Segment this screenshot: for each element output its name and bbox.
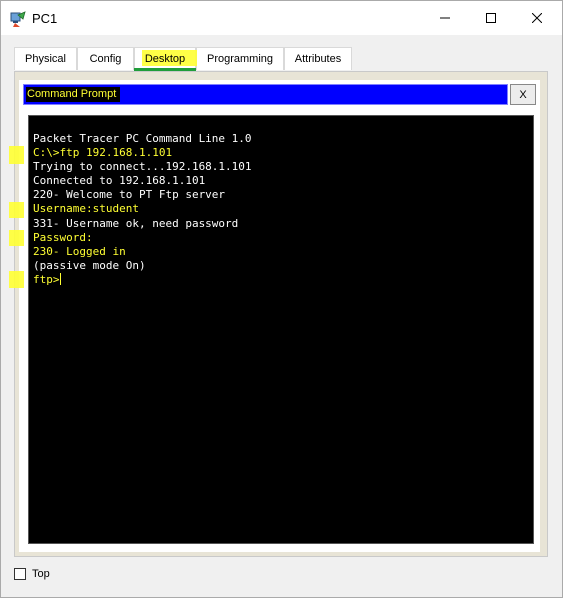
terminal-lines: Packet Tracer PC Command Line 1.0 C:\>ftp… [33,132,252,287]
window-titlebar[interactable]: PC1 [1,1,562,35]
terminal-line: C:\>ftp 192.168.1.101 [33,146,252,160]
highlight-marker [9,202,24,218]
terminal-line: Connected to 192.168.1.101 [33,174,252,188]
terminal-line: 230- Logged in [33,245,252,259]
tab-attributes[interactable]: Attributes [284,47,352,70]
terminal-line-text: (passive mode On) [33,258,146,272]
tab-config[interactable]: Config [77,47,134,70]
tab-physical[interactable]: Physical [14,47,77,70]
terminal-line: Trying to connect...192.168.1.101 [33,160,252,174]
top-checkbox[interactable] [14,568,26,580]
terminal-line: 331- Username ok, need password [33,217,252,231]
tab-label: Config [89,53,122,65]
command-prompt-titlebar[interactable]: Command Prompt [23,84,508,105]
terminal-line-text: Password: [33,230,93,244]
terminal-line-text: Username:student [33,202,139,216]
command-prompt-close-button[interactable]: X [510,84,536,105]
highlight-marker [9,230,24,246]
text-cursor [59,272,61,285]
maximize-button[interactable] [468,1,514,35]
close-icon [532,13,542,23]
terminal-line: 220- Welcome to PT Ftp server [33,188,252,202]
terminal-line-text: C:\>ftp 192.168.1.101 [33,146,173,160]
tab-label: Attributes [294,53,342,65]
terminal-line-text: Trying to connect...192.168.1.101 [33,160,252,174]
tab-label: Desktop [144,53,186,65]
terminal-line-text: 220- Welcome to PT Ftp server [33,188,226,202]
highlight-marker [9,271,24,288]
terminal-line: (passive mode On) [33,259,252,273]
terminal-line: Packet Tracer PC Command Line 1.0 [33,132,252,146]
tab-label: Programming [206,53,274,65]
close-label: X [519,88,527,101]
terminal-line-text: 331- Username ok, need password [33,216,239,230]
minimize-button[interactable] [422,1,468,35]
command-prompt-title: Command Prompt [26,87,121,102]
top-checkbox-label: Top [32,568,50,580]
pc1-window: PC1 Physical Config Desktop Programming … [0,0,563,598]
packet-tracer-pc-icon [9,10,27,28]
highlight-marker [9,146,24,164]
tab-programming[interactable]: Programming [196,47,284,70]
terminal-line-text: ftp> [33,272,60,286]
terminal-line-text: Packet Tracer PC Command Line 1.0 [33,132,252,145]
terminal-line: ftp> [33,272,252,287]
terminal-line-text: Connected to 192.168.1.101 [33,174,206,188]
close-button[interactable] [514,1,560,35]
minimize-icon [440,13,450,23]
terminal-line-text: 230- Logged in [33,244,126,258]
terminal-line: Password: [33,231,252,245]
maximize-icon [486,13,496,23]
tab-label: Physical [25,53,66,65]
terminal-line: Username:student [33,202,252,216]
terminal-output[interactable]: Packet Tracer PC Command Line 1.0 C:\>ftp… [28,115,534,544]
window-title: PC1 [32,11,58,26]
